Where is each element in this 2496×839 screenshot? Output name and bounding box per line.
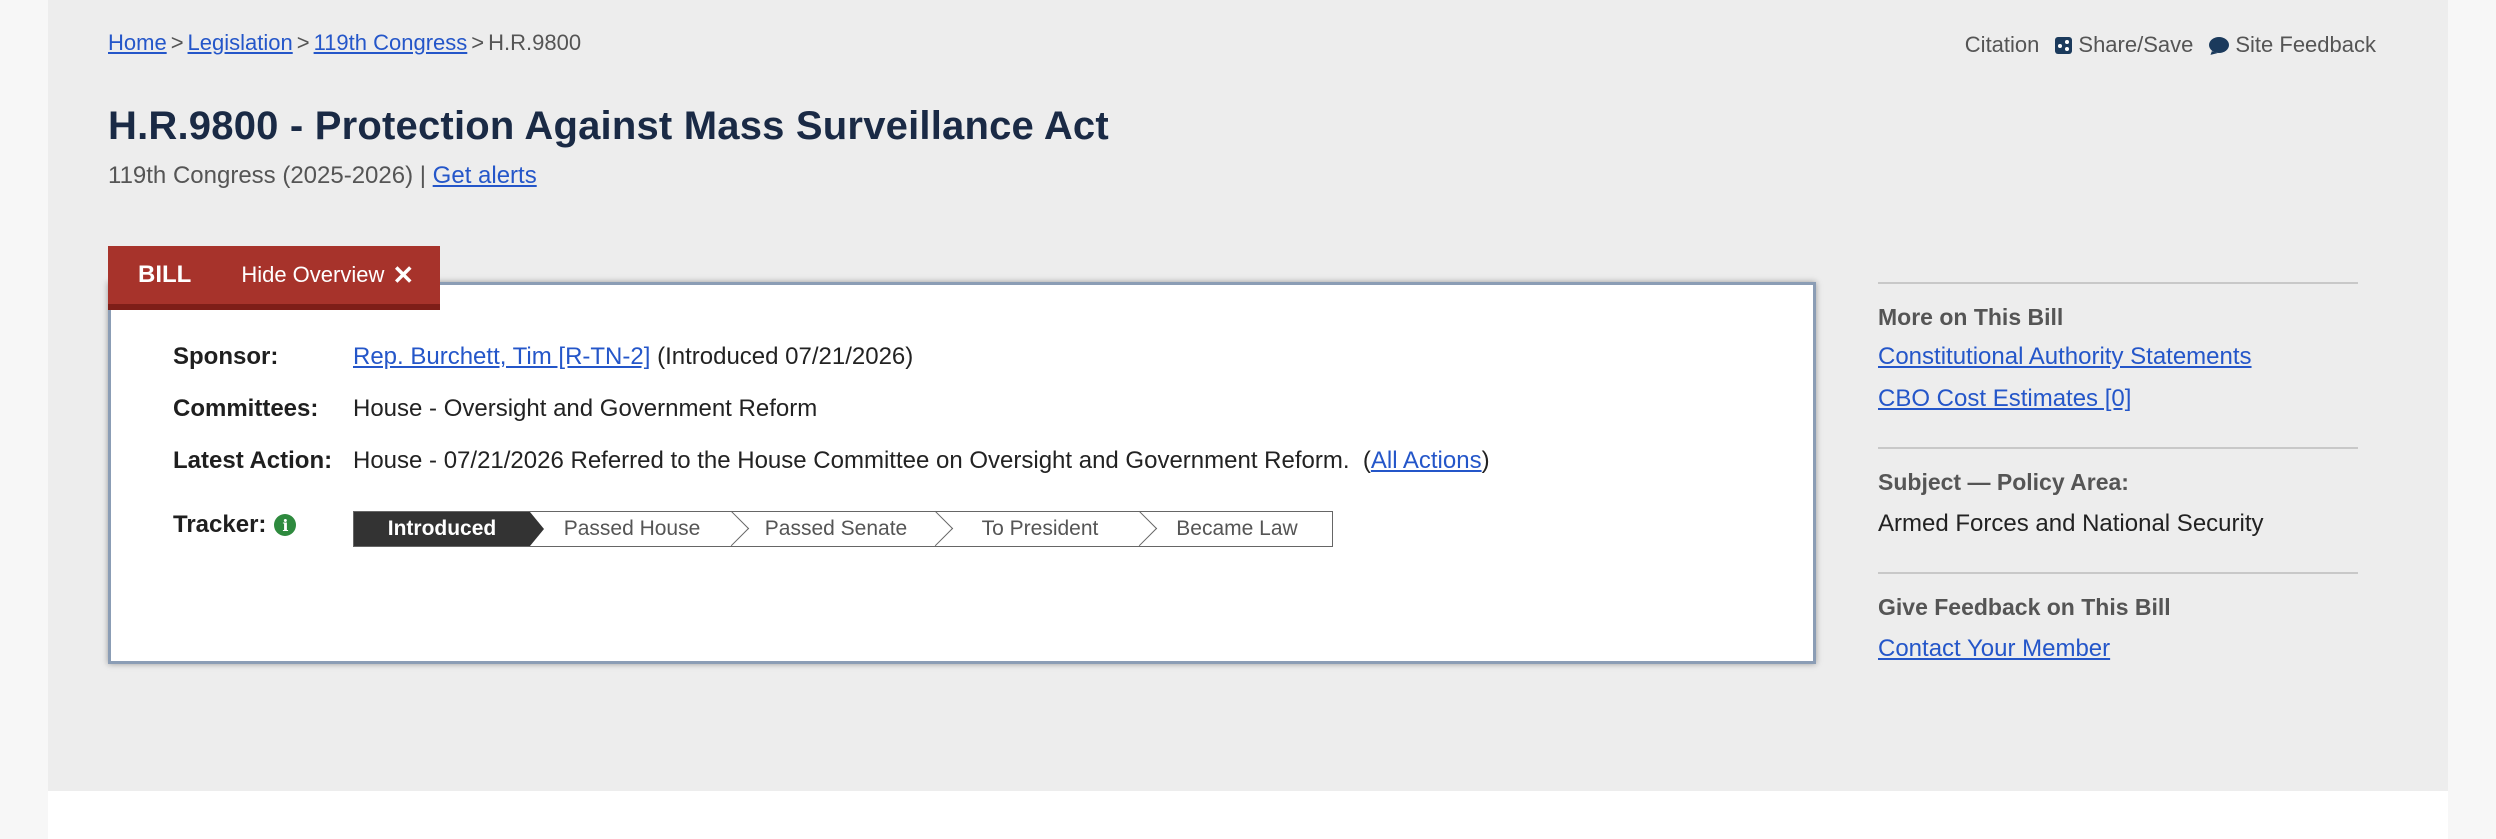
breadcrumb-separator: > — [170, 30, 184, 55]
sidebar-divider — [1878, 572, 2358, 574]
share-save-link[interactable]: Share/Save — [2055, 32, 2193, 58]
tracker-step-to-president: To President — [938, 512, 1142, 546]
page-background: Home > Legislation >119th Congress > H.R.9800… — [48, 0, 2448, 791]
all-actions-link[interactable]: All Actions — [1371, 447, 1482, 475]
hide-overview-button[interactable]: Hide Overview ✕ — [221, 246, 440, 304]
all-actions-open-paren: ( — [1362, 447, 1371, 474]
tracker-label-wrap: Tracker: i — [173, 511, 353, 539]
tracker-step-introduced: Introduced — [354, 512, 544, 546]
committees-value: House - Oversight and Government Reform — [353, 395, 818, 422]
sidebar: More on This Bill Constitutional Authori… — [1878, 282, 2358, 663]
share-icon — [2055, 36, 2073, 54]
latest-action-value: House - 07/21/2026 Referred to the House… — [353, 447, 1350, 474]
close-icon: ✕ — [392, 260, 415, 290]
cbo-cost-estimates-link[interactable]: CBO Cost Estimates [0] — [1878, 385, 2131, 412]
policy-area-value: Armed Forces and National Security — [1878, 510, 2264, 537]
breadcrumb: Home > Legislation >119th Congress > H.R.9800 — [108, 30, 581, 56]
get-alerts-link[interactable]: Get alerts — [433, 162, 537, 189]
breadcrumb-separator: > — [471, 30, 485, 55]
tracker-step-became-law: Became Law — [1142, 512, 1332, 546]
committees-row: Committees: House - Oversight and Govern… — [173, 395, 817, 423]
site-feedback-link[interactable]: Site Feedback — [2209, 32, 2376, 58]
latest-action-row: Latest Action: House - 07/21/2026 Referr… — [173, 447, 1490, 475]
bill-overview-panel: Sponsor: Rep. Burchett, Tim [R-TN-2] (In… — [108, 282, 1816, 664]
sponsor-label: Sponsor: — [173, 343, 279, 370]
more-on-bill-heading: More on This Bill — [1878, 304, 2064, 330]
feedback-heading: Give Feedback on This Bill — [1878, 594, 2171, 620]
breadcrumb-current: H.R.9800 — [488, 30, 582, 55]
breadcrumb-congress[interactable]: 119th Congress — [314, 30, 468, 55]
tracker-step-passed-senate: Passed Senate — [734, 512, 938, 546]
tab-bill[interactable]: BILL — [108, 246, 221, 304]
contact-member-link[interactable]: Contact Your Member — [1878, 635, 2110, 662]
sidebar-divider — [1878, 282, 2358, 284]
citation-link[interactable]: Citation — [1965, 32, 2040, 58]
speech-bubble-icon — [2209, 37, 2230, 53]
hide-overview-label: Hide Overview — [241, 262, 385, 287]
tracker-row: Tracker: i Introduced Passed House Passed… — [173, 511, 1333, 547]
page-title: H.R.9800 - Protection Against Mass Surve… — [108, 104, 1109, 148]
overview-tabbar: BILL Hide Overview ✕ — [108, 246, 441, 310]
breadcrumb-legislation[interactable]: Legislation — [188, 30, 293, 55]
content-area — [48, 791, 2448, 839]
page-tools: Citation Share/Save Site Feedback — [1965, 32, 2376, 58]
breadcrumb-separator: > — [296, 30, 310, 55]
site-feedback-label: Site Feedback — [2235, 32, 2376, 57]
tracker-step-passed-house: Passed House — [530, 512, 734, 546]
all-actions-close-paren: ) — [1481, 447, 1490, 474]
citation-label: Citation — [1964, 32, 2040, 57]
policy-area-heading: Subject — Policy Area: — [1878, 469, 2129, 495]
sponsor-introduced: (Introduced 07/21/2026) — [657, 343, 914, 370]
share-save-label: Share/Save — [2078, 32, 2194, 57]
tracker-label: Tracker: — [173, 511, 267, 538]
latest-action-label: Latest Action: — [173, 447, 333, 474]
sponsor-link[interactable]: Rep. Burchett, Tim [R-TN-2] — [353, 343, 650, 371]
breadcrumb-home[interactable]: Home — [108, 30, 167, 55]
committees-label: Committees: — [173, 395, 319, 422]
info-icon[interactable]: i — [274, 514, 297, 536]
sidebar-divider — [1878, 447, 2358, 449]
congress-session: 119th Congress (2025-2026) | — [108, 162, 426, 189]
congress-line: 119th Congress (2025-2026) | Get alerts — [108, 162, 537, 190]
constitutional-authority-link[interactable]: Constitutional Authority Statements — [1878, 343, 2252, 370]
bill-status-tracker: Introduced Passed House Passed Senate To… — [353, 511, 1333, 547]
sponsor-row: Sponsor: Rep. Burchett, Tim [R-TN-2] (In… — [173, 343, 913, 371]
